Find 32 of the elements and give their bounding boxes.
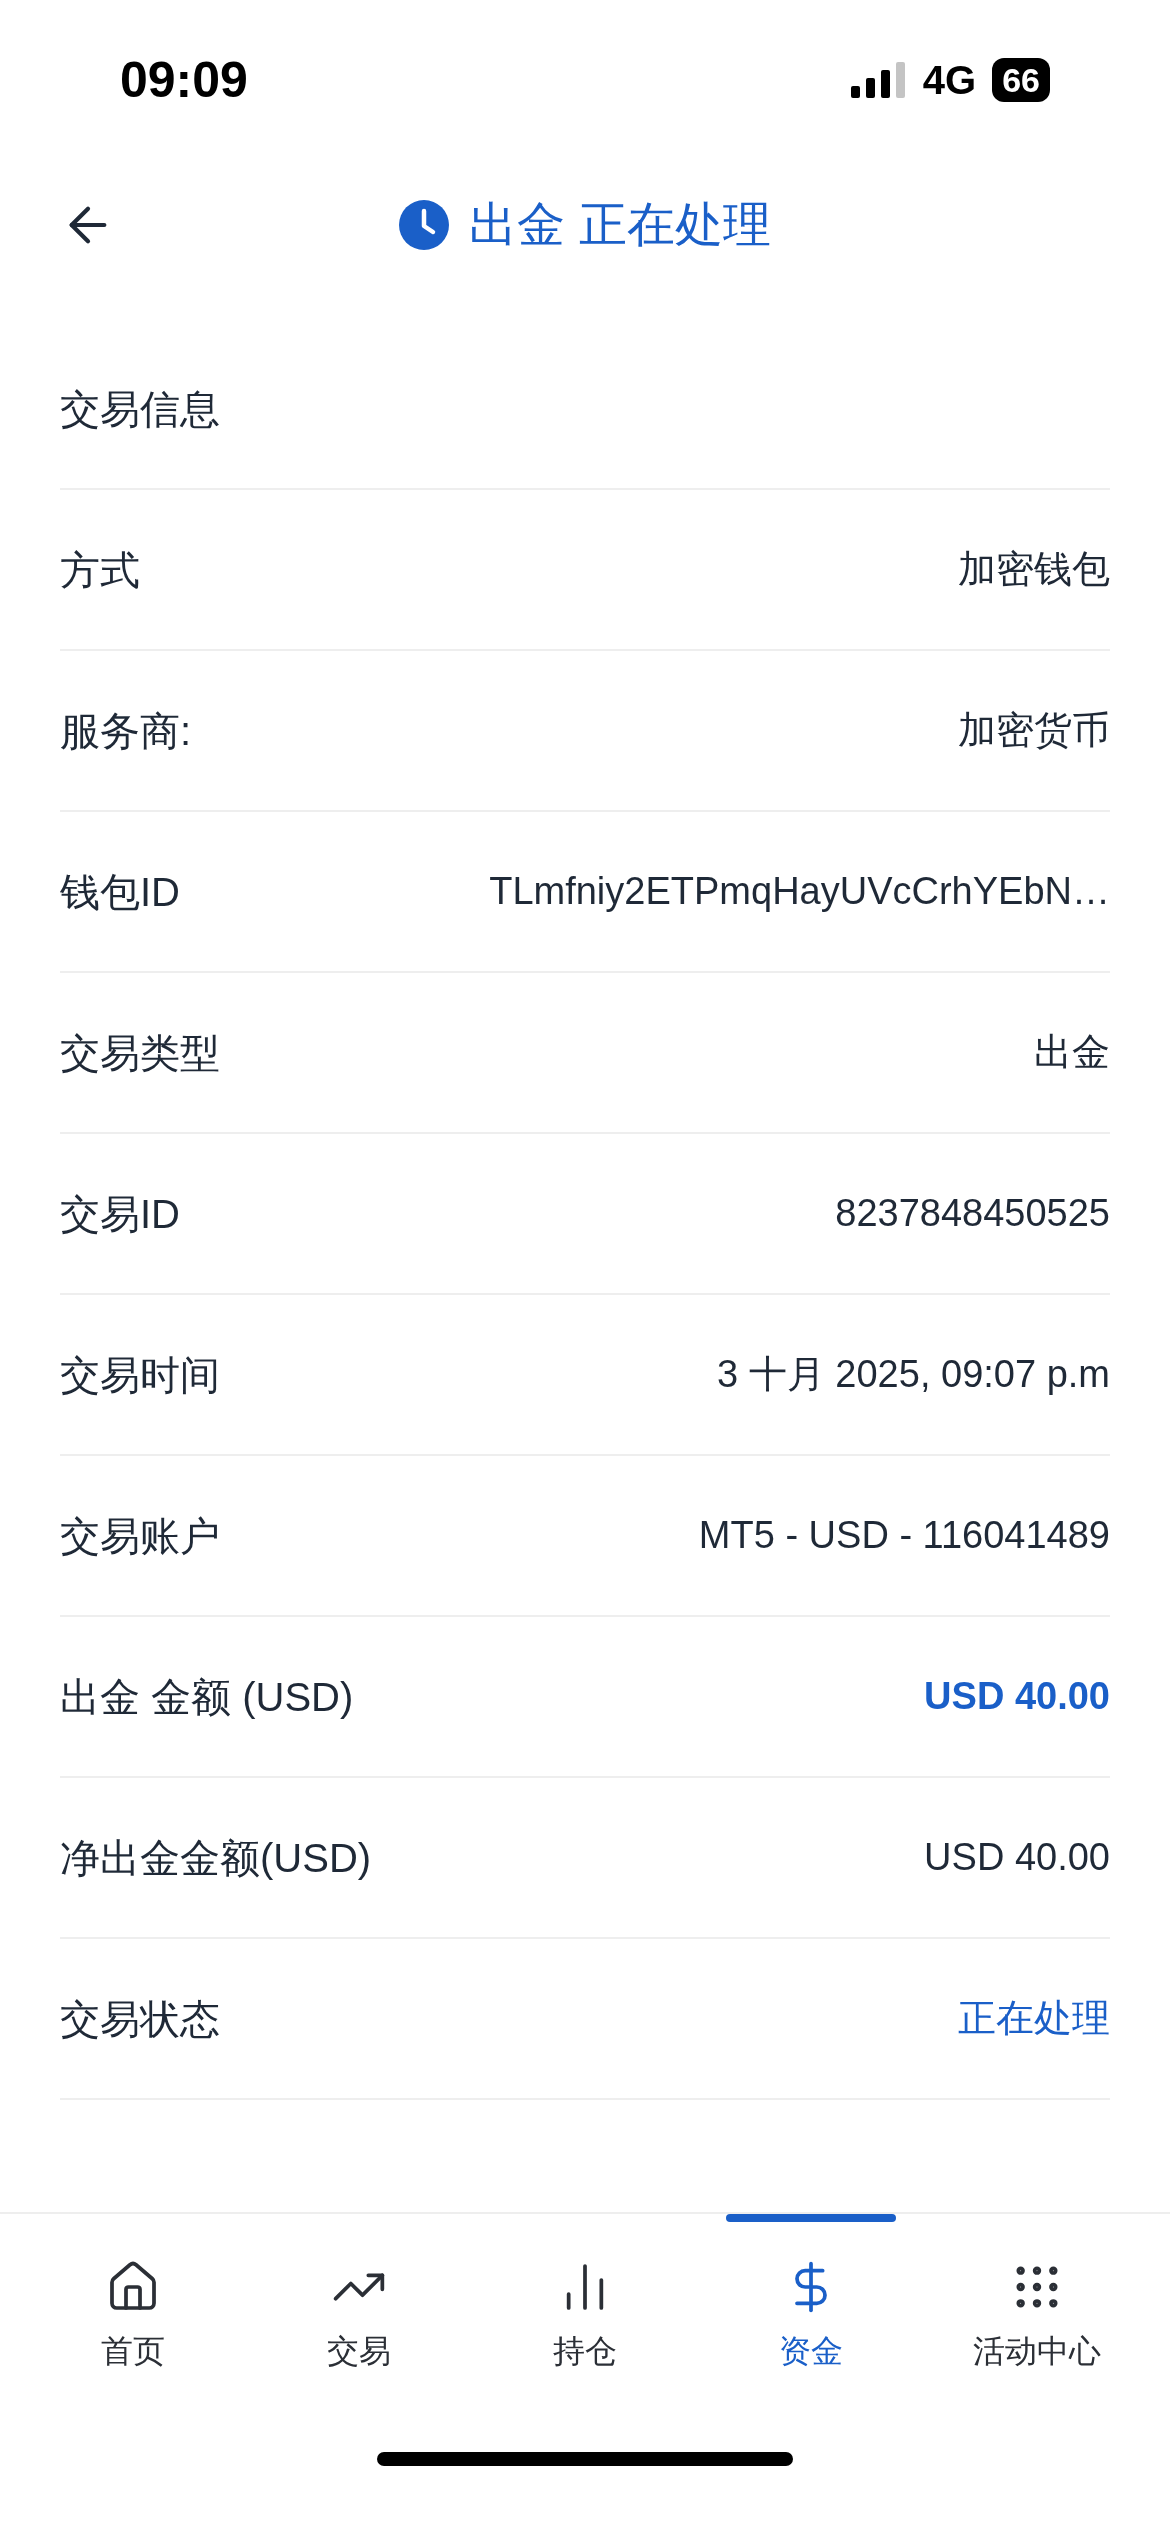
field-value: 加密货币 [958, 708, 1110, 753]
nav-tab[interactable]: 交易 [246, 2214, 472, 2442]
field-label: 交易状态 [60, 1995, 220, 2043]
clock-icon [399, 200, 450, 250]
field-value: 正在处理 [958, 1996, 1110, 2041]
field-value: MT5 - USD - 116041489 [698, 1513, 1110, 1558]
field-label: 交易类型 [60, 1029, 220, 1077]
field-value: USD 40.00 [924, 1674, 1110, 1719]
signal-icon [850, 62, 907, 98]
field-label: 服务商: [60, 707, 192, 755]
field-label: 方式 [60, 546, 140, 594]
status-time: 09:09 [120, 50, 248, 110]
nav-tab[interactable]: 持仓 [472, 2214, 698, 2442]
field-value: 3 十月 2025, 09:07 p.m [717, 1352, 1110, 1397]
nav-tab[interactable]: 首页 [20, 2214, 246, 2442]
section-title: 交易信息 [60, 386, 220, 433]
field-label: 交易账户 [60, 1512, 220, 1560]
battery-indicator: 66 [992, 58, 1050, 102]
nav-tab[interactable]: 资金 [698, 2214, 924, 2442]
field-label: 交易ID [60, 1190, 180, 1238]
field-label: 净出金金额(USD) [60, 1834, 372, 1882]
network-label: 4G [922, 57, 977, 104]
field-value: 8237848450525 [835, 1191, 1110, 1236]
field-value: 加密钱包 [958, 547, 1110, 592]
nav-tab[interactable]: 活动中心 [924, 2214, 1150, 2442]
field-label: 钱包ID [60, 868, 180, 916]
page-title: 出金 正在处理 [469, 197, 771, 253]
field-label: 交易时间 [60, 1351, 220, 1399]
field-value: TLmfniy2ETPmqHayUVcCrhYEbN… [489, 869, 1110, 914]
field-label: 出金 金额 (USD) [60, 1673, 354, 1721]
field-value: 出金 [1034, 1030, 1110, 1075]
field-value: USD 40.00 [924, 1835, 1110, 1880]
